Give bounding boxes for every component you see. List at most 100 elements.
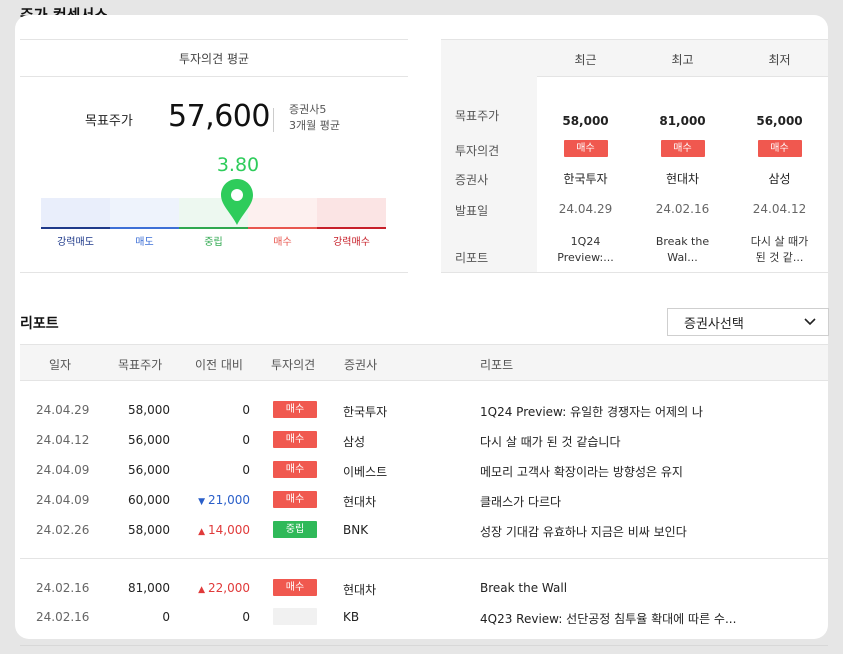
gauge-label-neutral: 중립 <box>204 237 223 248</box>
row-broker: KB <box>343 610 360 624</box>
row-opinion: 중립 <box>273 521 317 538</box>
summary-col-high: 최고 <box>671 53 694 67</box>
average-period: 3개월 평균 <box>289 119 340 132</box>
opinion-badge: 매수 <box>273 579 317 596</box>
col-date: 일자 <box>49 358 72 372</box>
col-report: 리포트 <box>480 358 514 372</box>
row-report-link[interactable]: 성장 기대감 유효하나 지금은 비싸 보인다 <box>480 523 687 540</box>
row-opinion: 매수 <box>273 461 317 478</box>
row-broker: 한국투자 <box>343 405 388 419</box>
summary-high-opinion: 매수 <box>634 140 731 157</box>
row-broker: BNK <box>343 523 369 537</box>
opinion-badge: 매수 <box>273 401 317 418</box>
row-broker: 현대차 <box>343 495 377 509</box>
summary-low-report-link[interactable]: 다시 살 때가 된 것 같... <box>731 234 828 266</box>
gauge-baseline <box>41 227 386 229</box>
summary-recent-opinion: 매수 <box>537 140 634 157</box>
summary-recent-date: 24.04.29 <box>558 202 613 216</box>
table-row[interactable]: 24.04.29 58,000 0 매수 한국투자 1Q24 Preview: … <box>20 395 828 425</box>
row-report-link[interactable]: 4Q23 Review: 선단공정 침투율 확대에 따른 수... <box>480 610 736 627</box>
gauge-segment-strong-buy <box>317 198 386 228</box>
summary-low-opinion: 매수 <box>731 140 828 157</box>
triangle-up-icon: ▲ <box>198 527 205 537</box>
summary-high-report-link[interactable]: Break the Wal... <box>634 234 731 266</box>
summary-low-target: 56,000 <box>756 114 803 128</box>
triangle-down-icon: ▼ <box>198 497 205 507</box>
row-opinion: 매수 <box>273 401 317 418</box>
change-value: 14,000 <box>208 523 250 537</box>
row-date: 24.04.09 <box>36 493 90 507</box>
summary-row-label-date: 발표일 <box>455 204 489 218</box>
consensus-summary-table: 최근 최고 최저 목표주가 투자의견 증권사 발표일 리포트 58,000 매수… <box>441 39 828 272</box>
gauge-segment-sell <box>110 198 179 228</box>
summary-col-recent: 최근 <box>574 53 597 67</box>
broker-select-dropdown[interactable]: 증권사선택 <box>667 308 829 336</box>
summary-row-label-opinion: 투자의견 <box>455 144 500 158</box>
row-date: 24.04.12 <box>36 433 90 447</box>
target-price-meta: 증권사5 3개월 평균 <box>289 102 340 134</box>
report-text-line: 된 것 같... <box>755 251 804 264</box>
change-value: 22,000 <box>208 581 250 595</box>
row-target: 58,000 <box>128 523 170 537</box>
row-change: ▼ 21,000 <box>198 493 250 507</box>
row-change: ▲ 22,000 <box>198 581 250 595</box>
chevron-down-icon <box>804 318 816 326</box>
divider <box>20 645 828 646</box>
row-opinion <box>273 608 317 628</box>
opinion-average-title: 투자의견 평균 <box>20 39 408 77</box>
change-value: 21,000 <box>208 493 250 507</box>
summary-recent-report-link[interactable]: 1Q24 Preview:... <box>537 234 634 266</box>
col-target: 목표주가 <box>118 358 163 372</box>
row-date: 24.02.16 <box>36 610 90 624</box>
row-report-link[interactable]: 1Q24 Preview: 유일한 경쟁자는 어제의 나 <box>480 403 703 420</box>
table-row[interactable]: 24.04.09 56,000 0 매수 이베스트 메모리 고객사 확장이라는 … <box>20 455 828 485</box>
gauge-label-strong-sell: 강력매도 <box>57 237 94 248</box>
opinion-badge: 매수 <box>273 491 317 508</box>
opinion-badge: 매수 <box>757 140 802 157</box>
row-report-link[interactable]: 다시 살 때가 된 것 같습니다 <box>480 433 621 450</box>
divider <box>20 558 828 559</box>
row-target: 81,000 <box>128 581 170 595</box>
report-text-line: 다시 살 때가 <box>750 235 809 248</box>
row-target: 0 <box>162 610 170 624</box>
row-date: 24.02.26 <box>36 523 90 537</box>
row-date: 24.04.09 <box>36 463 90 477</box>
opinion-gauge <box>41 198 386 230</box>
divider <box>20 272 408 273</box>
gauge-label-buy: 매수 <box>273 237 292 248</box>
row-target: 58,000 <box>128 403 170 417</box>
table-row[interactable]: 24.02.16 0 0 KB 4Q23 Review: 선단공정 침투율 확대… <box>20 602 828 632</box>
target-price-value: 57,600 <box>168 99 270 134</box>
opinion-badge: 매수 <box>273 461 317 478</box>
row-opinion: 매수 <box>273 491 317 508</box>
row-change: 0 <box>242 403 250 417</box>
map-pin-icon <box>221 179 253 225</box>
summary-row-label-target: 목표주가 <box>455 109 500 123</box>
row-report-link[interactable]: Break the Wall <box>480 581 567 595</box>
broker-count: 증권사5 <box>289 103 327 116</box>
opinion-badge: 중립 <box>273 521 317 538</box>
divider <box>273 108 274 132</box>
col-opinion: 투자의견 <box>271 358 316 372</box>
row-report-link[interactable]: 클래스가 다르다 <box>480 493 561 510</box>
row-date: 24.02.16 <box>36 581 90 595</box>
table-row[interactable]: 24.02.26 58,000 ▲ 14,000 중립 BNK 성장 기대감 유효… <box>20 515 828 545</box>
row-date: 24.04.29 <box>36 403 90 417</box>
row-target: 56,000 <box>128 433 170 447</box>
opinion-badge: 매수 <box>563 140 608 157</box>
table-row[interactable]: 24.04.09 60,000 ▼ 21,000 매수 현대차 클래스가 다르다 <box>20 485 828 515</box>
gauge-label-sell: 매도 <box>135 237 154 248</box>
table-row[interactable]: 24.04.12 56,000 0 매수 삼성 다시 살 때가 된 것 같습니다 <box>20 425 828 455</box>
row-broker: 이베스트 <box>343 465 388 479</box>
summary-high-date: 24.02.16 <box>655 202 710 216</box>
triangle-up-icon: ▲ <box>198 585 205 595</box>
consensus-card: 투자의견 평균 목표주가 57,600 증권사5 3개월 평균 강력매도 매도 … <box>15 15 829 646</box>
row-report-link[interactable]: 메모리 고객사 확장이라는 방향성은 유지 <box>480 463 683 480</box>
opinion-score: 3.80 <box>216 154 260 176</box>
reports-table-header: 일자 목표주가 이전 대비 투자의견 증권사 리포트 <box>20 344 828 381</box>
gauge-segment-buy <box>248 198 317 228</box>
opinion-badge <box>273 608 317 625</box>
row-change: 0 <box>242 463 250 477</box>
table-row[interactable]: 24.02.16 81,000 ▲ 22,000 매수 현대차 Break the… <box>20 573 828 603</box>
report-text-line: Break the <box>655 235 710 248</box>
